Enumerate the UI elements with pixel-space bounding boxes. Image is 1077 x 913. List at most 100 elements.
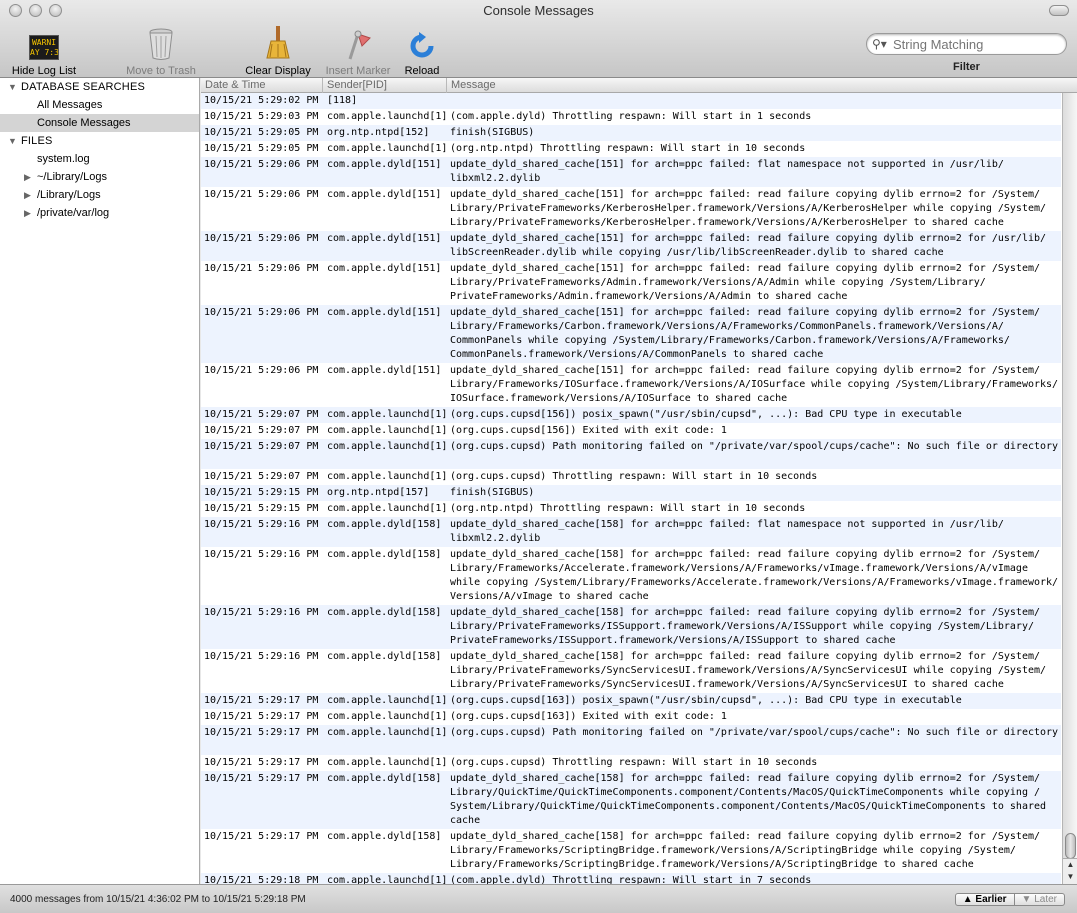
cell-sender: com.apple.dyld[158] [327,519,442,530]
table-row[interactable]: 10/15/21 5:29:16 PM com.apple.dyld[158] up… [201,605,1061,649]
cell-date: 10/15/21 5:29:16 PM [204,549,319,560]
cell-date: 10/15/21 5:29:06 PM [204,189,319,200]
cell-date: 10/15/21 5:29:06 PM [204,307,319,318]
table-row[interactable]: 10/15/21 5:29:02 PM [118] [201,93,1061,109]
table-row[interactable]: 10/15/21 5:29:06 PM com.apple.dyld[151] up… [201,231,1061,261]
table-row[interactable]: 10/15/21 5:29:07 PM com.apple.launchd[1](… [201,469,1061,485]
cell-sender: com.apple.dyld[158] [327,831,442,842]
table-row[interactable]: 10/15/21 5:29:06 PM com.apple.dyld[151] up… [201,261,1061,305]
cell-date: 10/15/21 5:29:15 PM [204,503,319,514]
sidebar-item-all-messages[interactable]: All Messages [0,96,199,114]
disclosure-triangle-icon[interactable]: ▶ [24,186,33,204]
table-row[interactable]: 10/15/21 5:29:05 PM org.ntp.ntpd[152] fini… [201,125,1061,141]
cell-sender: com.apple.launchd[1] [327,875,448,884]
cell-message: finish(SIGBUS) [450,487,535,498]
sidebar-item-private-var-log[interactable]: ▶/private/var/log [0,204,199,222]
table-row[interactable]: 10/15/21 5:29:06 PM com.apple.dyld[151] up… [201,157,1061,187]
cell-sender: org.ntp.ntpd[157] [327,487,430,498]
disclosure-triangle-icon[interactable]: ▼ [8,132,17,150]
table-row[interactable]: 10/15/21 5:29:15 PM org.ntp.ntpd[157] fini… [201,485,1061,501]
search-input[interactable] [893,36,1061,52]
table-row[interactable]: 10/15/21 5:29:17 PM com.apple.launchd[1](… [201,693,1061,709]
sidebar-item-console-messages[interactable]: Console Messages [0,114,199,132]
toolbar-toggle-button[interactable] [1049,5,1069,16]
cell-message: finish(SIGBUS) [450,127,535,138]
cell-message: update_dyld_shared_cache[151] for arch=p… [450,307,1041,360]
disclosure-triangle-icon[interactable]: ▶ [24,204,33,222]
vertical-scrollbar[interactable]: ▲ ▼ [1062,93,1077,884]
cell-date: 10/15/21 5:29:06 PM [204,365,319,376]
earlier-button[interactable]: ▲ Earlier [956,894,1015,905]
cell-message: (org.cups.cupsd[156]) posix_spawn("/usr/… [450,409,962,420]
table-row[interactable]: 10/15/21 5:29:07 PM com.apple.launchd[1](… [201,423,1061,439]
cell-date: 10/15/21 5:29:07 PM [204,441,319,452]
cell-date: 10/15/21 5:29:05 PM [204,127,319,138]
table-row[interactable]: 10/15/21 5:29:17 PM com.apple.launchd[1](… [201,755,1061,771]
table-row[interactable]: 10/15/21 5:29:06 PM com.apple.dyld[151] up… [201,363,1061,407]
search-field[interactable]: ⚲▾ [866,33,1067,55]
console-warning-icon: WARNI AY 7:36 [29,35,59,60]
disclosure-triangle-icon[interactable]: ▼ [8,78,17,96]
table-row[interactable]: 10/15/21 5:29:06 PM com.apple.dyld[151] up… [201,187,1061,231]
cell-sender: com.apple.launchd[1] [327,441,448,452]
column-header-message[interactable]: Message [447,78,1061,93]
table-row[interactable]: 10/15/21 5:29:05 PM com.apple.launchd[1](… [201,141,1061,157]
window-title: Console Messages [483,3,594,18]
cell-date: 10/15/21 5:29:17 PM [204,831,319,842]
table-row[interactable]: 10/15/21 5:29:17 PM com.apple.dyld[158] up… [201,771,1061,829]
table-row[interactable]: 10/15/21 5:29:17 PM com.apple.launchd[1](… [201,709,1061,725]
table-row[interactable]: 10/15/21 5:29:07 PM com.apple.launchd[1](… [201,407,1061,423]
sidebar-header-database-searches[interactable]: ▼ DATABASE SEARCHES [0,78,199,96]
table-header: Date & Time Sender[PID] Message [201,78,1077,93]
clear-display-button[interactable]: Clear Display [240,26,316,77]
insert-marker-button[interactable]: Insert Marker [320,26,396,77]
table-row[interactable]: 10/15/21 5:29:17 PM com.apple.dyld[158] up… [201,829,1061,873]
cell-sender: com.apple.dyld[158] [327,651,442,662]
cell-sender: com.apple.launchd[1] [327,143,448,154]
cell-message: (org.cups.cupsd) Throttling respawn: Wil… [450,471,818,482]
sidebar-item-library-logs[interactable]: ▶/Library/Logs [0,186,199,204]
column-header-date-time[interactable]: Date & Time [201,78,323,93]
table-row[interactable]: 10/15/21 5:29:17 PM com.apple.launchd[1](… [201,725,1061,755]
cell-date: 10/15/21 5:29:17 PM [204,711,319,722]
table-row[interactable]: 10/15/21 5:29:18 PM com.apple.launchd[1](… [201,873,1061,884]
log-rows[interactable]: 10/15/21 5:29:02 PM [118] 10/15/21 5:29:03… [201,93,1061,884]
move-to-trash-button[interactable]: Move to Trash [120,26,202,77]
cell-message: update_dyld_shared_cache[158] for arch=p… [450,519,1004,544]
column-header-sender[interactable]: Sender[PID] [323,78,447,93]
scroll-arrows[interactable]: ▲ ▼ [1063,858,1077,884]
sidebar-header-files[interactable]: ▼ FILES [0,132,199,150]
log-table: Date & Time Sender[PID] Message 10/15/21… [201,78,1077,884]
reload-button[interactable]: Reload [401,26,443,77]
cell-message: update_dyld_shared_cache[151] for arch=p… [450,365,1059,404]
sidebar-item-system-log[interactable]: system.log [0,150,199,168]
cell-sender: com.apple.launchd[1] [327,425,448,436]
reload-icon [410,32,434,58]
table-row[interactable]: 10/15/21 5:29:03 PM com.apple.launchd[1](… [201,109,1061,125]
cell-sender: com.apple.launchd[1] [327,727,448,738]
cell-sender: com.apple.launchd[1] [327,757,448,768]
cell-date: 10/15/21 5:29:18 PM [204,875,319,884]
table-row[interactable]: 10/15/21 5:29:16 PM com.apple.dyld[158] up… [201,517,1061,547]
cell-date: 10/15/21 5:29:06 PM [204,233,319,244]
disclosure-triangle-icon[interactable]: ▶ [24,168,33,186]
cell-message: update_dyld_shared_cache[158] for arch=p… [450,651,1047,690]
cell-message: (org.ntp.ntpd) Throttling respawn: Will … [450,503,806,514]
cell-sender: com.apple.dyld[158] [327,607,442,618]
cell-message: update_dyld_shared_cache[151] for arch=p… [450,233,1047,258]
hide-log-list-button[interactable]: WARNI AY 7:36 Hide Log List [8,26,80,77]
cell-date: 10/15/21 5:29:16 PM [204,519,319,530]
cell-message: update_dyld_shared_cache[151] for arch=p… [450,159,1004,184]
cell-message: (org.cups.cupsd) Path monitoring failed … [450,727,1059,738]
sidebar-item-user-library-logs[interactable]: ▶ ~/Library/Logs [0,168,199,186]
table-row[interactable]: 10/15/21 5:29:15 PM com.apple.launchd[1](… [201,501,1061,517]
table-row[interactable]: 10/15/21 5:29:06 PM com.apple.dyld[151] up… [201,305,1061,363]
table-row[interactable]: 10/15/21 5:29:16 PM com.apple.dyld[158] up… [201,547,1061,605]
cell-message: (org.cups.cupsd) Path monitoring failed … [450,441,1059,452]
scrollbar-thumb[interactable] [1065,833,1076,859]
later-button[interactable]: ▼ Later [1015,894,1064,905]
cell-date: 10/15/21 5:29:17 PM [204,727,319,738]
filter-label: Filter [953,61,980,73]
table-row[interactable]: 10/15/21 5:29:07 PM com.apple.launchd[1](… [201,439,1061,469]
table-row[interactable]: 10/15/21 5:29:16 PM com.apple.dyld[158] up… [201,649,1061,693]
